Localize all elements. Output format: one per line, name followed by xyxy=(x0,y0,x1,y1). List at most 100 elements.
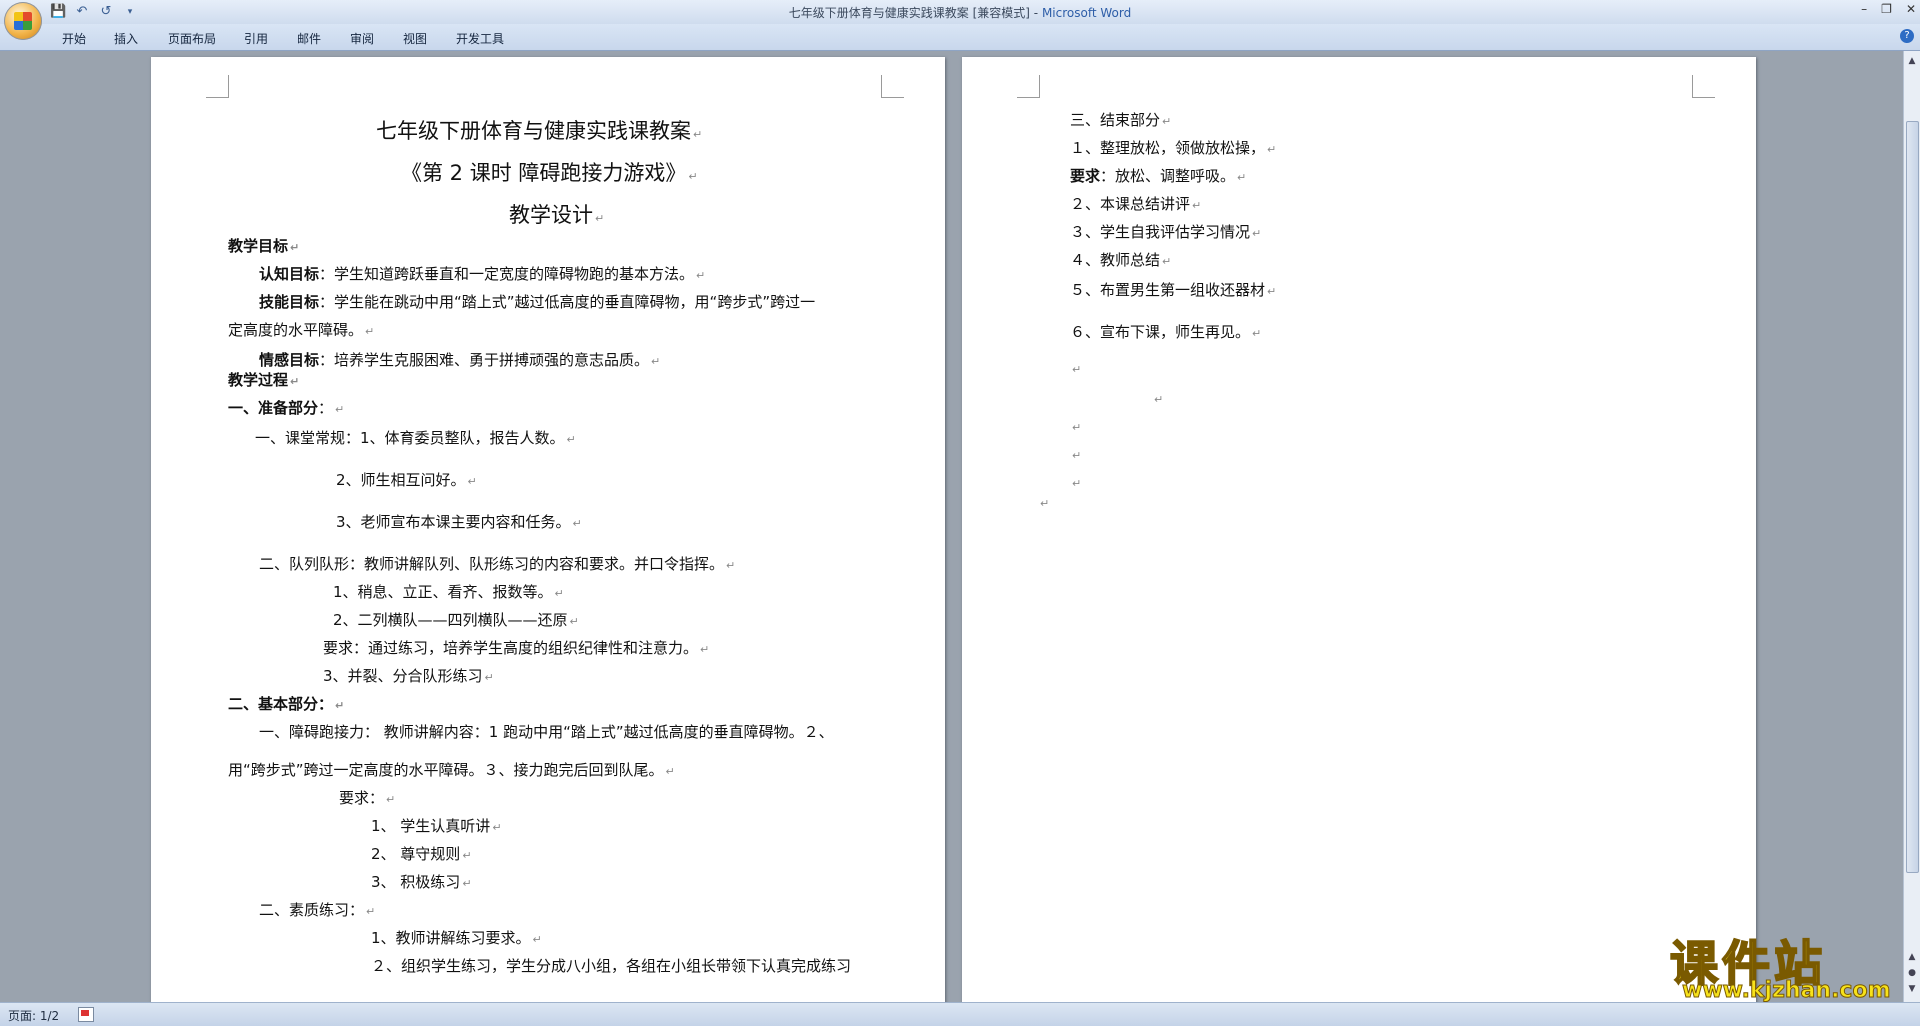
cognitive-goal-label: 认知目标 xyxy=(259,265,320,283)
title-separator: - xyxy=(1029,6,1042,20)
tab-review[interactable]: 审阅 xyxy=(350,30,374,47)
restore-icon[interactable]: ❐ xyxy=(1881,2,1892,16)
end-item-6: ６、宣布下课，师生再见。 ↵ xyxy=(1070,321,1261,342)
cognitive-goal: 认知目标：学生知道跨跃垂直和一定宽度的障碍物跑的基本方法。 ↵ xyxy=(259,263,705,284)
routine-text-2: 2、师生相互问好。 xyxy=(336,471,466,489)
goal-heading: 教学目标 ↵ xyxy=(228,235,299,256)
paragraph-mark: ↵ xyxy=(290,241,300,254)
process-heading-text: 教学过程 xyxy=(228,371,289,389)
routine-text: 一、课堂常规：1、体育委员整队，报告人数。 xyxy=(255,429,565,447)
part1-heading: 一、准备部分： ↵ xyxy=(228,397,344,418)
paragraph-mark: ↵ xyxy=(566,433,576,446)
end-item-3: ３、学生自我评估学习情况 ↵ xyxy=(1070,221,1261,242)
paragraph-mark: ↵ xyxy=(335,699,345,712)
quality-line-1: 1、教师讲解练习要求。 ↵ xyxy=(371,927,542,948)
part1-heading-colon: ： xyxy=(318,399,334,417)
status-bar: 页面: 1/2 xyxy=(0,1002,1920,1026)
help-icon[interactable]: ? xyxy=(1900,29,1914,43)
app-name: Microsoft Word xyxy=(1041,6,1132,20)
formation-text-3: 3、并裂、分合队形练习 xyxy=(323,667,483,685)
paragraph-mark: ↵ xyxy=(569,615,579,628)
paragraph-mark: ↵ xyxy=(1072,449,1082,462)
ribbon-tabs: 开始 插入 页面布局 引用 邮件 审阅 视图 开发工具 xyxy=(0,24,1920,51)
paragraph-mark: ↵ xyxy=(693,128,703,141)
paragraph-mark: ↵ xyxy=(365,325,375,338)
tab-mailings[interactable]: 邮件 xyxy=(297,30,321,47)
formation-requirement-text: 要求：通过练习，培养学生高度的组织纪律性和注意力。 xyxy=(323,639,699,657)
paragraph-mark: ↵ xyxy=(1072,421,1082,434)
routine-line-2: 2、师生相互问好。 ↵ xyxy=(336,469,477,490)
margin-corner-mark xyxy=(1017,75,1040,98)
requirement-text-3: 3、 积极练习 xyxy=(371,873,461,891)
window-title: 七年级下册体育与健康实践课教案 [兼容模式] - Microsoft Word xyxy=(0,4,1920,21)
quality-text-2: ２、组织学生练习，学生分成八小组，各组在小组长带领下认真完成练习 xyxy=(371,957,852,975)
document-page-2[interactable]: 三、结束部分 ↵ １、整理放松，领做放松操， ↵ 要求：放松、调整呼吸。 ↵ ２、本课… xyxy=(962,57,1756,1002)
scrollbar-thumb[interactable] xyxy=(1906,121,1919,873)
office-button[interactable] xyxy=(4,2,42,40)
prev-page-icon[interactable]: ▲ xyxy=(1906,951,1918,963)
paragraph-mark: ↵ xyxy=(1162,255,1172,268)
formation-text-1: 1、稍息、立正、看齐、报数等。 xyxy=(333,583,553,601)
document-workspace: 七年级下册体育与健康实践课教案 ↵ 《第 2 课时 障碍跑接力游戏》 ↵ 教学设计 ↵… xyxy=(0,51,1904,1002)
skill-goal-cont: 定高度的水平障碍。 ↵ xyxy=(228,319,374,340)
end-item-text-4: ４、教师总结 xyxy=(1070,251,1161,269)
end-item-1: １、整理放松，领做放松操， ↵ xyxy=(1070,137,1276,158)
title-bar: 💾 ↶ ↺ ▾ 七年级下册体育与健康实践课教案 [兼容模式] - Microso… xyxy=(0,0,1920,24)
document-title-text: 七年级下册体育与健康实践课教案 xyxy=(376,119,691,143)
margin-corner-mark xyxy=(206,75,229,98)
requirement-text-2: 2、 尊守规则 xyxy=(371,845,461,863)
part1-heading-text: 一、准备部分 xyxy=(228,399,319,417)
relay-text-1: 一、障碍跑接力： 教师讲解内容：1 跑动中用“踏上式”越过低高度的垂直障碍物。２… xyxy=(259,723,834,741)
watermark-url: www.kjzhan.com xyxy=(1682,978,1892,1004)
paragraph-mark: ↵ xyxy=(1072,363,1082,376)
paragraph-mark: ↵ xyxy=(462,849,472,862)
select-browse-icon[interactable]: ● xyxy=(1906,967,1918,979)
paragraph-mark: ↵ xyxy=(335,403,345,416)
minimize-icon[interactable]: – xyxy=(1861,2,1867,16)
paragraph-mark: ↵ xyxy=(386,793,396,806)
tab-insert[interactable]: 插入 xyxy=(114,30,138,47)
lesson-subtitle: 《第 2 课时 障碍跑接力游戏》 ↵ xyxy=(401,157,698,187)
vertical-scrollbar[interactable]: ▲ ▲ ● ▼ xyxy=(1903,51,1920,1002)
paragraph-mark: ↵ xyxy=(726,559,736,572)
office-logo-icon xyxy=(14,12,32,30)
paragraph-mark: ↵ xyxy=(1252,227,1262,240)
close-icon[interactable]: ✕ xyxy=(1906,2,1916,16)
page-counter[interactable]: 页面: 1/2 xyxy=(8,1007,59,1024)
end-requirement: 要求：放松、调整呼吸。 ↵ xyxy=(1070,165,1246,186)
end-item-text-2: ２、本课总结讲评 xyxy=(1070,195,1191,213)
paragraph-mark: ↵ xyxy=(595,212,605,225)
formation-line-1: 1、稍息、立正、看齐、报数等。 ↵ xyxy=(333,581,564,602)
requirements-label: 要求： ↵ xyxy=(339,787,395,808)
document-title: 七年级下册体育与健康实践课教案 [兼容模式] xyxy=(788,6,1030,20)
relay-text-2: 用“跨步式”跨过一定高度的水平障碍。３、接力跑完后回到队尾。 xyxy=(228,761,664,779)
paragraph-mark: ↵ xyxy=(554,587,564,600)
skill-goal-text-2: 定高度的水平障碍。 xyxy=(228,321,364,339)
tab-view[interactable]: 视图 xyxy=(403,30,427,47)
proofing-icon[interactable] xyxy=(78,1007,94,1022)
document-page-1[interactable]: 七年级下册体育与健康实践课教案 ↵ 《第 2 课时 障碍跑接力游戏》 ↵ 教学设计 ↵… xyxy=(151,57,945,1002)
cognitive-goal-text: ：学生知道跨跃垂直和一定宽度的障碍物跑的基本方法。 xyxy=(319,265,695,283)
end-heading-text: 三、结束部分 xyxy=(1070,111,1161,129)
formation-requirement: 要求：通过练习，培养学生高度的组织纪律性和注意力。 ↵ xyxy=(323,637,709,658)
tab-developer[interactable]: 开发工具 xyxy=(456,30,504,47)
requirement-item-2: 2、 尊守规则 ↵ xyxy=(371,843,472,864)
paragraph-mark: ↵ xyxy=(1192,199,1202,212)
paragraph-mark: ↵ xyxy=(492,821,502,834)
tab-page-layout[interactable]: 页面布局 xyxy=(168,30,216,47)
paragraph-mark: ↵ xyxy=(467,475,477,488)
scroll-up-icon[interactable]: ▲ xyxy=(1906,55,1918,67)
next-page-icon[interactable]: ▼ xyxy=(1906,983,1918,995)
end-item-text-3: ３、学生自我评估学习情况 xyxy=(1070,223,1251,241)
paragraph-mark: ↵ xyxy=(462,877,472,890)
tab-references[interactable]: 引用 xyxy=(244,30,268,47)
end-requirement-label: 要求 xyxy=(1070,167,1101,185)
design-heading: 教学设计 ↵ xyxy=(509,199,604,229)
end-item-text-6: ６、宣布下课，师生再见。 xyxy=(1070,323,1251,341)
tab-home[interactable]: 开始 xyxy=(62,30,86,47)
emotion-goal-label: 情感目标 xyxy=(259,351,320,369)
skill-goal-text: ：学生能在跳动中用“踏上式”越过低高度的垂直障碍物，用“跨步式”跨过一 xyxy=(319,293,816,311)
design-heading-text: 教学设计 xyxy=(509,203,593,227)
paragraph-mark: ↵ xyxy=(665,765,675,778)
window-controls: – ❐ ✕ xyxy=(1861,2,1916,16)
